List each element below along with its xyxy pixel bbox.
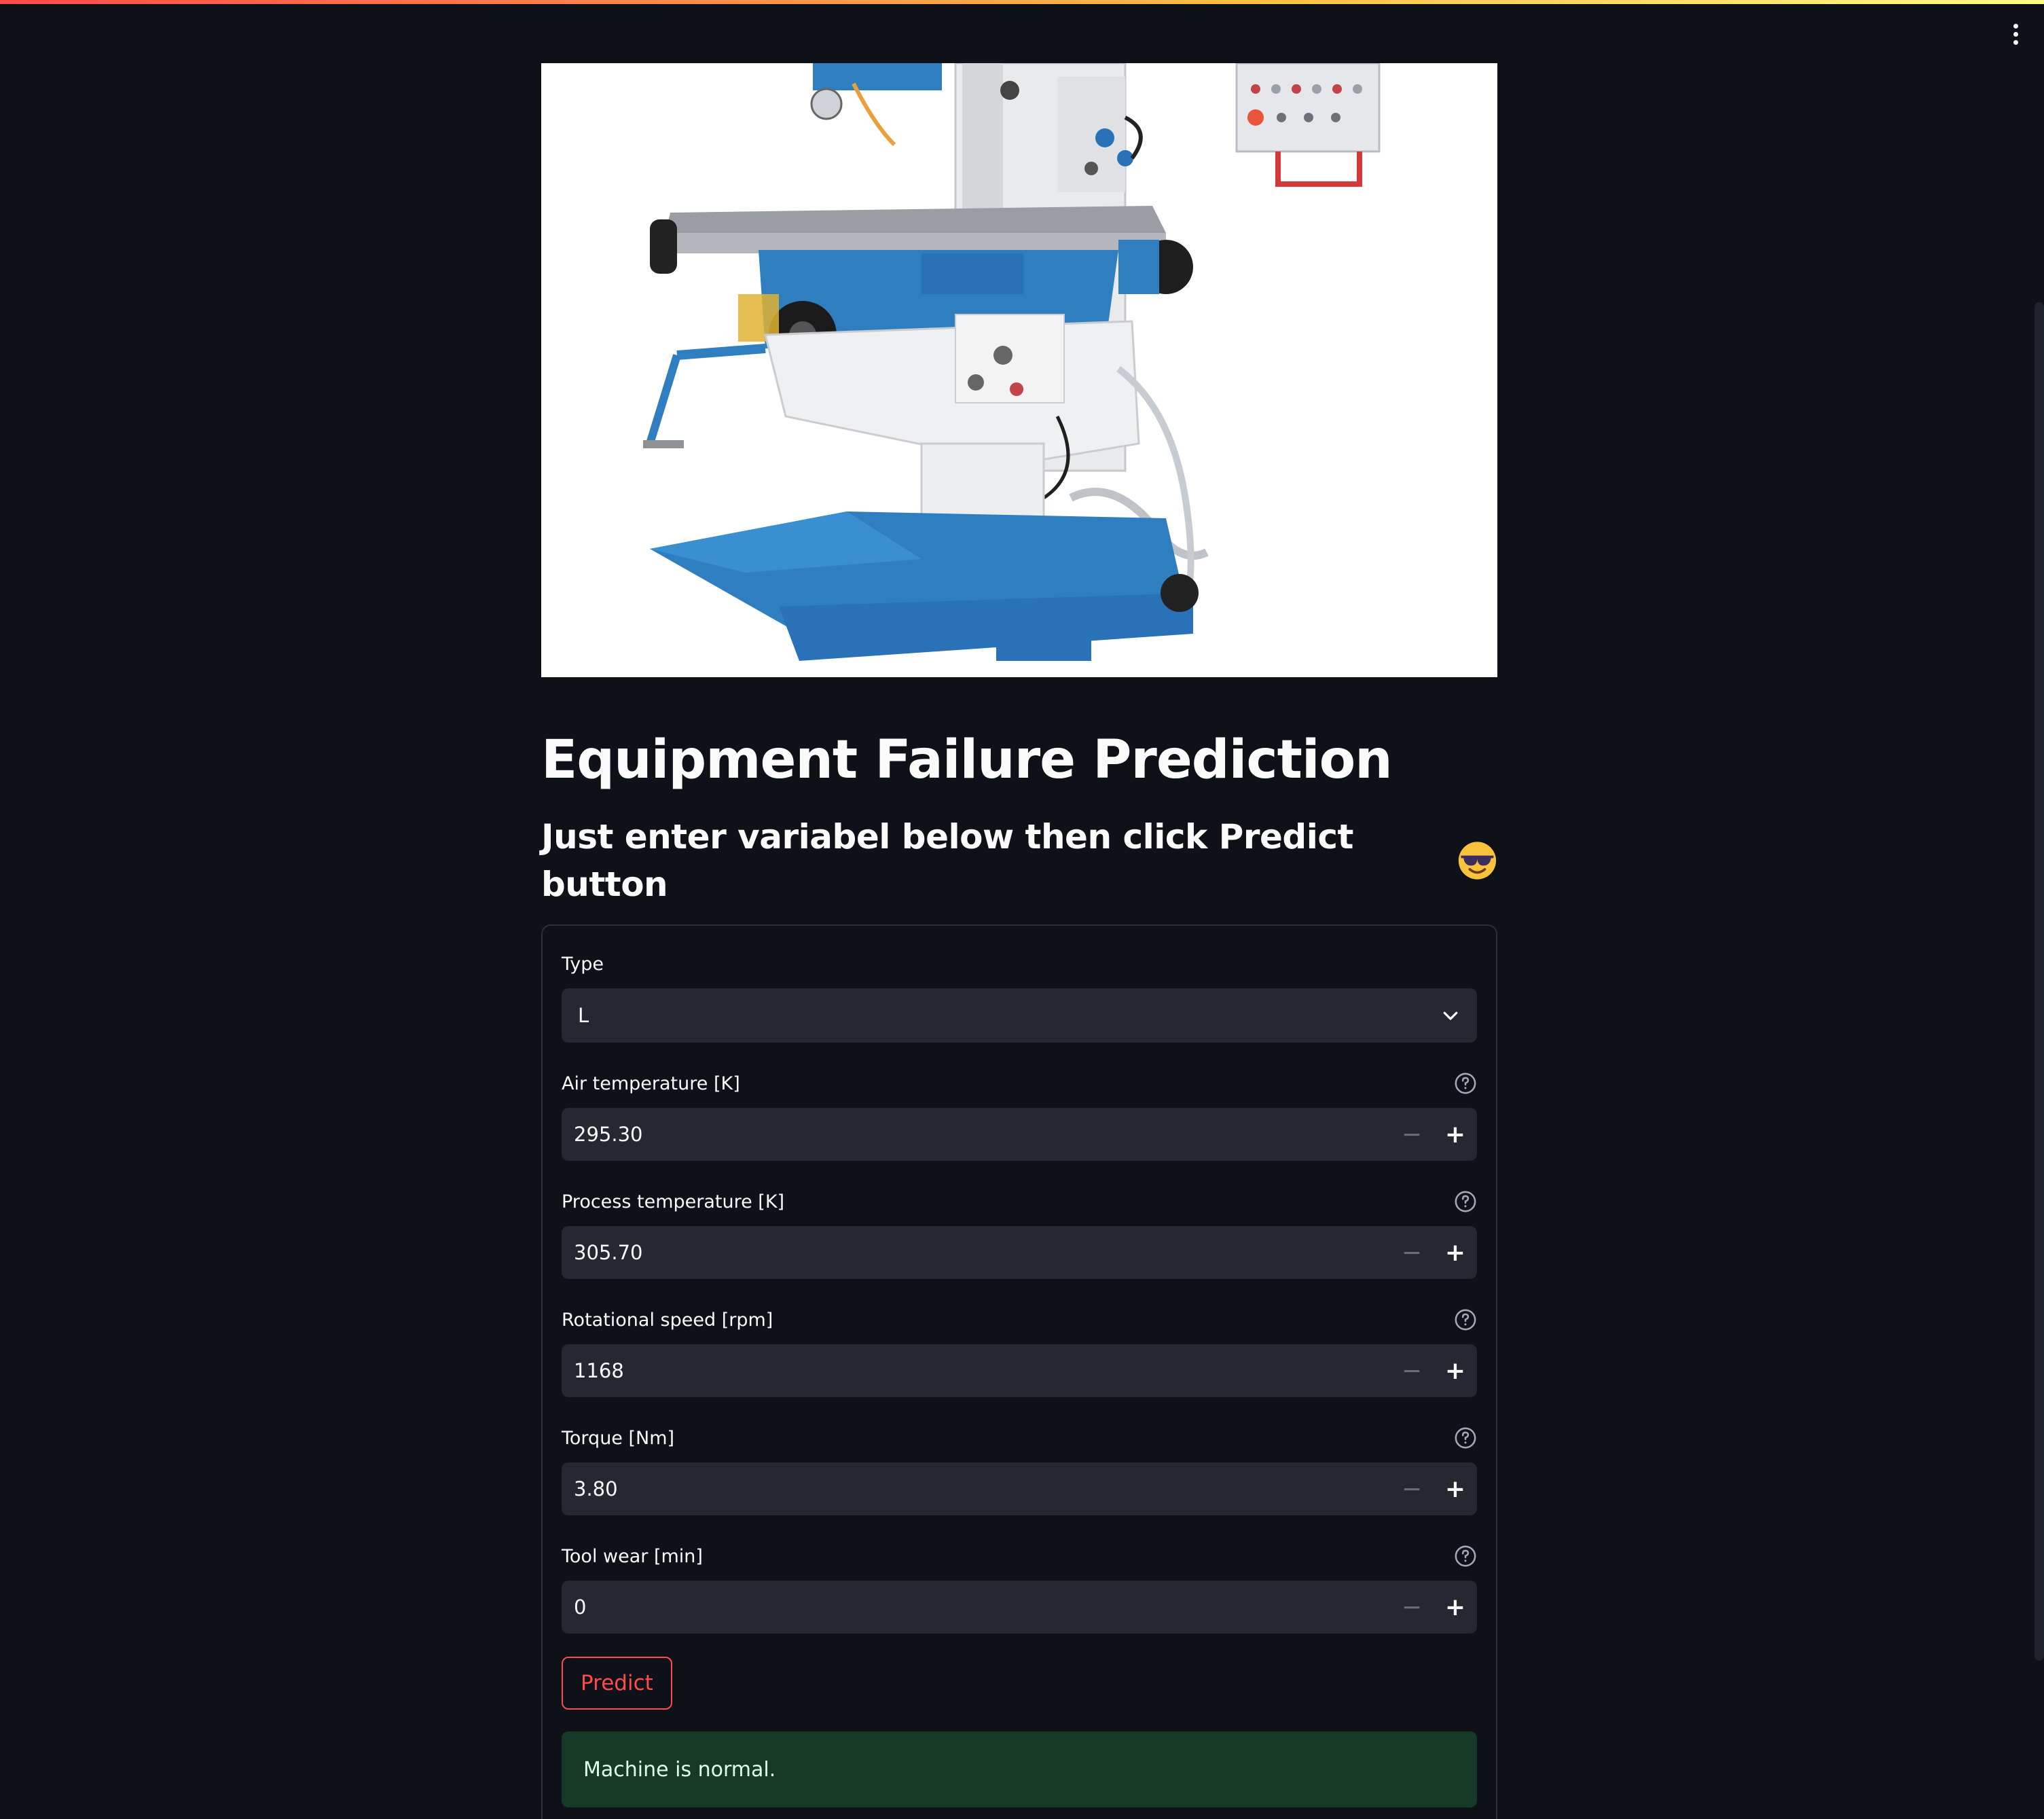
torque-field: Torque [Nm] 3.80 − + <box>562 1424 1477 1515</box>
tool-wear-label: Tool wear [min] <box>562 1545 703 1567</box>
tool-wear-value[interactable]: 0 <box>562 1581 1390 1634</box>
torque-decrement-button[interactable]: − <box>1390 1462 1434 1515</box>
tool-wear-input: 0 − + <box>562 1581 1477 1634</box>
help-icon[interactable] <box>1454 1426 1477 1449</box>
predict-button[interactable]: Predict <box>562 1657 672 1710</box>
subtitle-text: Just enter variabel below then click Pre… <box>541 817 1353 904</box>
process-temperature-decrement-button[interactable]: − <box>1390 1226 1434 1279</box>
air-temperature-decrement-button[interactable]: − <box>1390 1108 1434 1161</box>
rotational-speed-increment-button[interactable]: + <box>1434 1344 1477 1397</box>
type-field: Type L <box>562 950 1477 1043</box>
main-content: Equipment Failure Prediction Just enter … <box>541 63 1497 1819</box>
torque-label: Torque [Nm] <box>562 1427 675 1449</box>
type-label: Type <box>562 953 604 975</box>
rotational-speed-field: Rotational speed [rpm] 1168 − + <box>562 1306 1477 1397</box>
process-temperature-field: Process temperature [K] 305.70 − + <box>562 1188 1477 1279</box>
rotational-speed-decrement-button[interactable]: − <box>1390 1344 1434 1397</box>
sunglasses-emoji-icon <box>1458 842 1497 880</box>
process-temperature-label: Process temperature [K] <box>562 1191 785 1212</box>
air-temperature-increment-button[interactable]: + <box>1434 1108 1477 1161</box>
help-icon[interactable] <box>1454 1308 1477 1331</box>
prediction-form: Type L Air temperature [K] 295.30 − + Pr… <box>541 924 1497 1819</box>
app-root: Equipment Failure Prediction Just enter … <box>0 0 2044 1819</box>
main-menu-icon[interactable] <box>2002 20 2029 48</box>
hero-image-milling-machine <box>541 63 1497 677</box>
help-icon[interactable] <box>1454 1190 1477 1213</box>
rotational-speed-input: 1168 − + <box>562 1344 1477 1397</box>
type-select[interactable]: L <box>562 988 1477 1043</box>
scrollbar[interactable] <box>2034 302 2044 1661</box>
process-temperature-input: 305.70 − + <box>562 1226 1477 1279</box>
prediction-result-alert: Machine is normal. <box>562 1731 1477 1807</box>
type-select-value: L <box>578 1004 589 1027</box>
rotational-speed-label: Rotational speed [rpm] <box>562 1309 773 1331</box>
tool-wear-field: Tool wear [min] 0 − + <box>562 1543 1477 1634</box>
prediction-result-text: Machine is normal. <box>583 1757 776 1782</box>
air-temperature-value[interactable]: 295.30 <box>562 1108 1390 1161</box>
torque-value[interactable]: 3.80 <box>562 1462 1390 1515</box>
process-temperature-increment-button[interactable]: + <box>1434 1226 1477 1279</box>
tool-wear-increment-button[interactable]: + <box>1434 1581 1477 1634</box>
page-title: Equipment Failure Prediction <box>541 730 1393 791</box>
air-temperature-input: 295.30 − + <box>562 1108 1477 1161</box>
milling-machine-illustration <box>643 63 1381 661</box>
air-temperature-field: Air temperature [K] 295.30 − + <box>562 1070 1477 1161</box>
torque-increment-button[interactable]: + <box>1434 1462 1477 1515</box>
tool-wear-decrement-button[interactable]: − <box>1390 1581 1434 1634</box>
torque-input: 3.80 − + <box>562 1462 1477 1515</box>
air-temperature-label: Air temperature [K] <box>562 1073 740 1094</box>
help-icon[interactable] <box>1454 1072 1477 1095</box>
rotational-speed-value[interactable]: 1168 <box>562 1344 1390 1397</box>
top-decoration-bar <box>0 0 2044 4</box>
process-temperature-value[interactable]: 305.70 <box>562 1226 1390 1279</box>
help-icon[interactable] <box>1454 1545 1477 1568</box>
page-subtitle: Just enter variabel below then click Pre… <box>541 813 1497 908</box>
chevron-down-icon <box>1443 1011 1458 1020</box>
